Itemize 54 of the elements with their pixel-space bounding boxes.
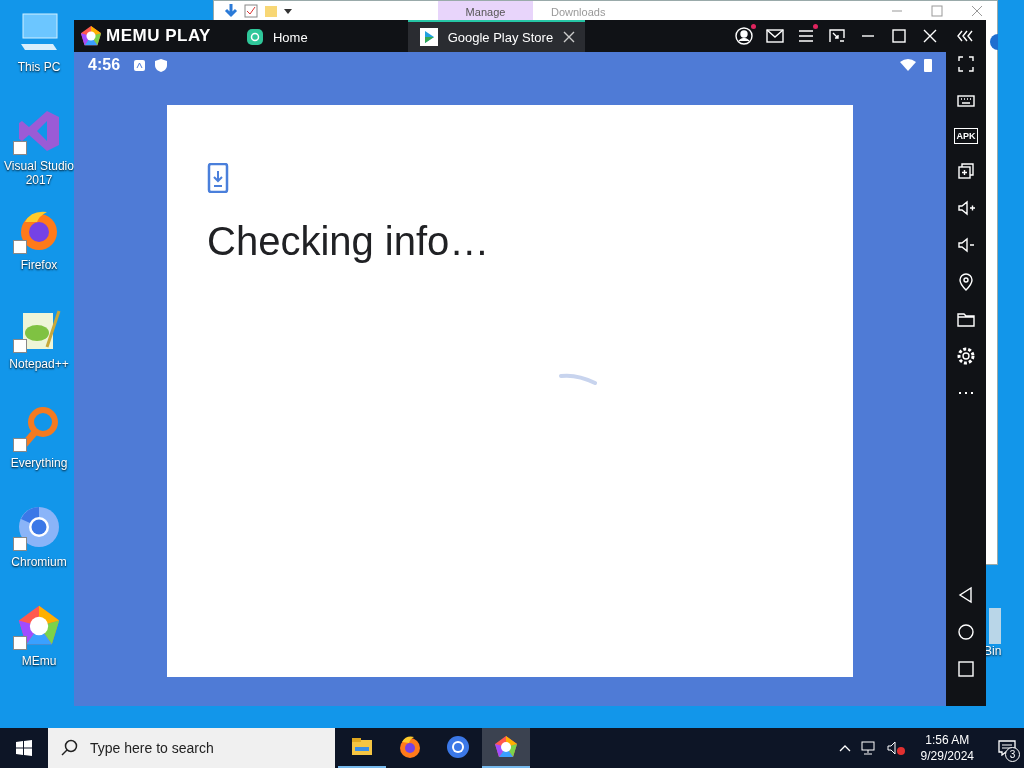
shield-icon xyxy=(155,58,168,72)
folder-icon xyxy=(264,3,278,18)
checklist-icon xyxy=(244,3,258,18)
notification-icon xyxy=(998,740,1016,756)
visual-studio-icon xyxy=(17,109,61,153)
desktop-icon-label[interactable]: MEmu xyxy=(21,654,57,668)
notification-icon xyxy=(134,59,146,71)
wifi-icon xyxy=(900,59,916,71)
dropdown-icon[interactable] xyxy=(284,6,292,15)
desktop-icon-label[interactable]: Firefox xyxy=(20,258,58,272)
desktop-icon-label[interactable]: Everything xyxy=(10,456,68,470)
notification-center-button[interactable]: 3 xyxy=(990,728,1024,768)
multi-window-icon[interactable] xyxy=(956,161,976,181)
desktop-icon-label[interactable]: Bin xyxy=(984,644,1002,658)
windows-logo-icon xyxy=(16,740,32,756)
taskbar-app-icon[interactable] xyxy=(482,728,530,768)
maximize-icon[interactable] xyxy=(889,26,909,46)
close-icon[interactable] xyxy=(563,31,576,43)
search-bar[interactable]: Type here to search xyxy=(48,728,335,768)
fullscreen-icon[interactable] xyxy=(956,54,976,74)
volume-up-icon[interactable] xyxy=(956,198,976,218)
loading-spinner xyxy=(559,372,597,386)
desktop-icon-label[interactable]: Chromium xyxy=(11,555,67,569)
ribbon-tab[interactable]: Downloads xyxy=(539,1,618,20)
apk-install-button[interactable]: APK xyxy=(954,128,978,144)
search-field[interactable]: Type here to search xyxy=(88,739,332,757)
desktop-icon-label[interactable]: Notepad++ xyxy=(9,357,69,371)
chevron-up-icon[interactable] xyxy=(838,744,851,752)
phone-download-icon xyxy=(207,163,229,193)
settings-icon[interactable] xyxy=(956,346,976,366)
emulator-tab[interactable]: Google Play Store xyxy=(407,20,586,52)
volume-muted-icon[interactable] xyxy=(886,741,905,755)
volume-down-icon[interactable] xyxy=(956,235,976,255)
taskbar-clock[interactable]: 1:56 AM 9/29/2024 xyxy=(914,732,980,764)
recents-icon[interactable] xyxy=(956,659,976,679)
home-icon[interactable] xyxy=(956,622,976,642)
account-icon[interactable] xyxy=(734,26,754,46)
desktop-icon-label[interactable]: This PC xyxy=(17,60,61,74)
home-app-icon xyxy=(246,29,263,45)
status-time: 4:56 xyxy=(88,56,121,74)
memu-logo-icon xyxy=(80,25,102,47)
dialog-title: Checking info… xyxy=(207,219,491,264)
ribbon-tab[interactable]: Manage xyxy=(438,1,533,20)
chromium-icon xyxy=(17,505,61,549)
network-icon[interactable] xyxy=(860,741,877,755)
mail-icon[interactable] xyxy=(765,26,785,46)
desktop-icon-label[interactable]: Visual Studio 2017 xyxy=(0,159,78,187)
search-icon xyxy=(60,739,78,757)
app-logo: MEMU PLAY xyxy=(106,26,211,46)
emulator-tab[interactable]: Home xyxy=(234,20,318,52)
location-icon[interactable] xyxy=(956,272,976,292)
download-icon xyxy=(224,2,238,19)
play-store-icon xyxy=(419,28,438,46)
battery-icon xyxy=(924,58,932,72)
